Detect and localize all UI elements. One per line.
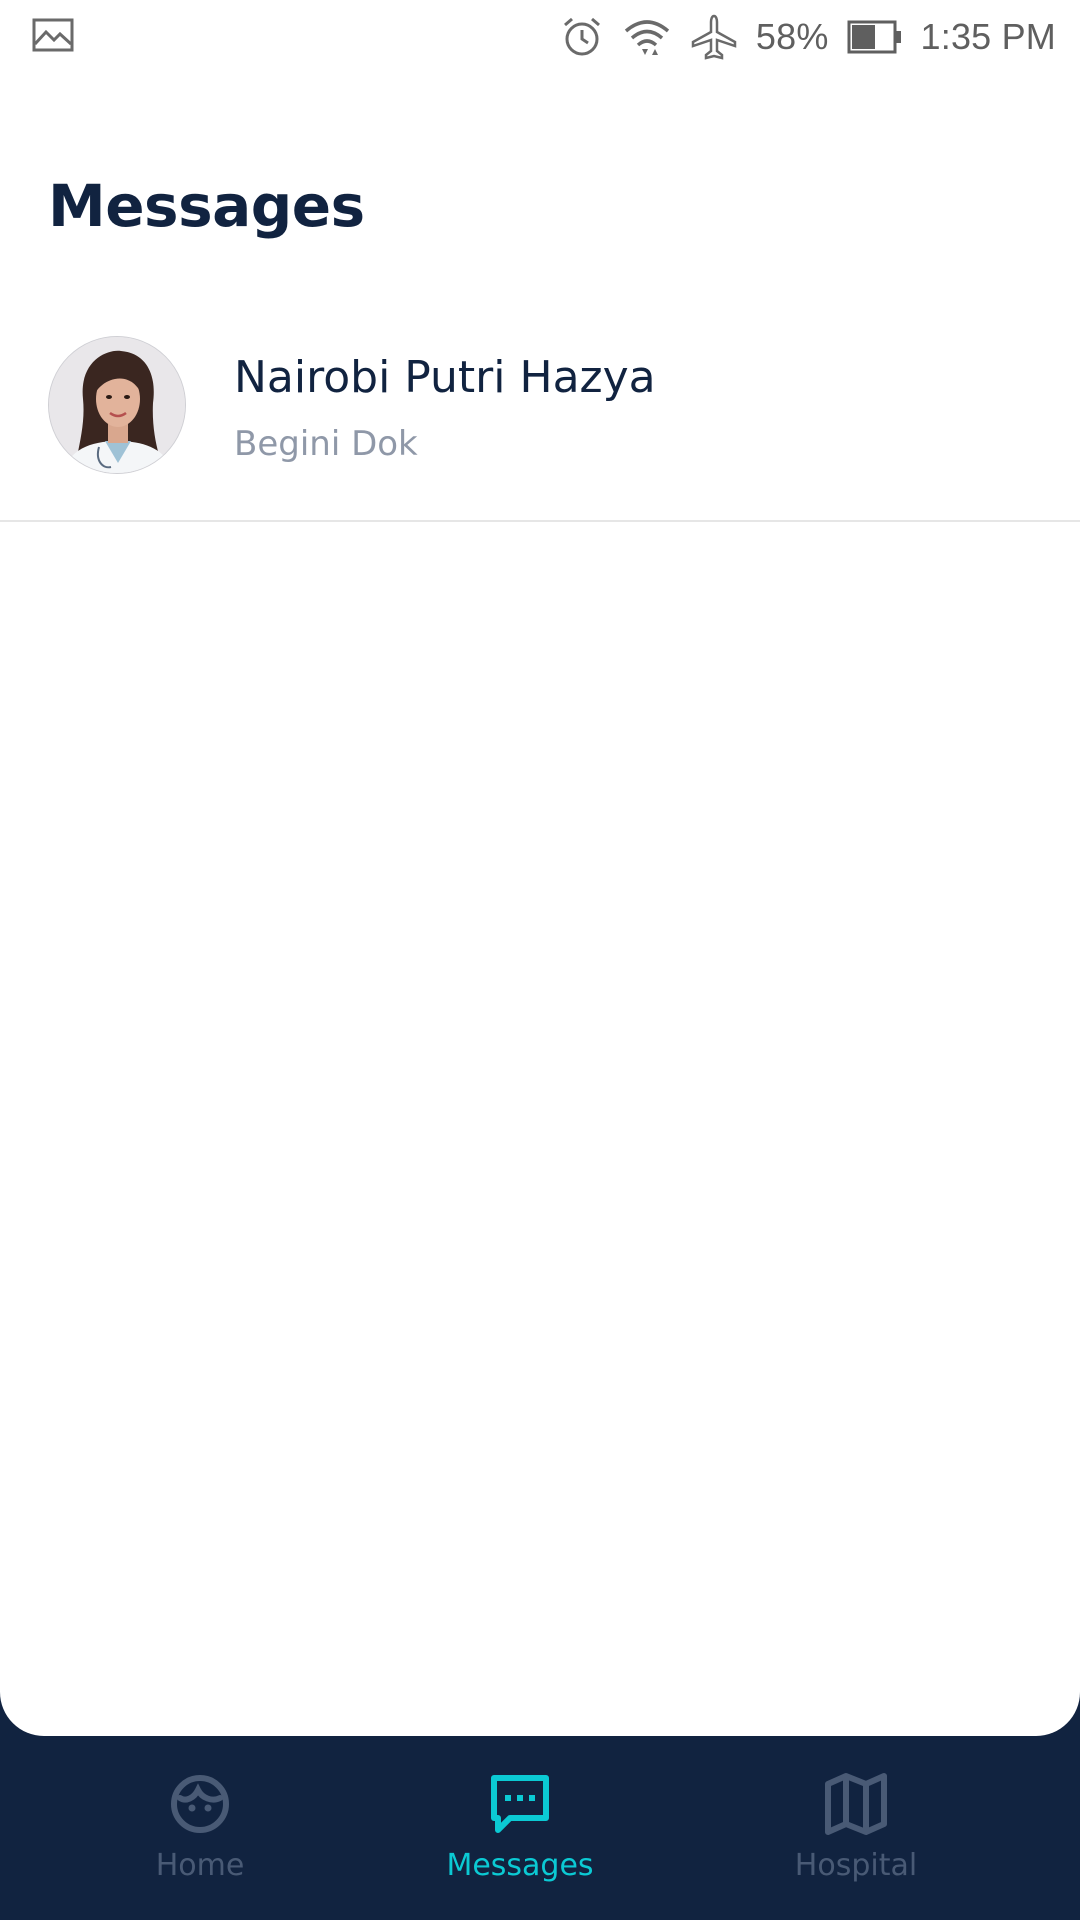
content-area: 58% 1:35 PM Messages Nairobi Putri Hazya… [0, 0, 1080, 1736]
map-icon [820, 1768, 892, 1840]
status-icons: 58% 1:35 PM [560, 13, 1056, 61]
nav-home-label: Home [155, 1848, 245, 1883]
page-title: Messages [48, 172, 365, 240]
doctor-avatar [48, 336, 186, 474]
nav-home[interactable]: Home [80, 1768, 320, 1883]
alarm-icon [560, 15, 604, 59]
nav-hospital[interactable]: Hospital [736, 1768, 976, 1883]
nav-messages-label: Messages [446, 1848, 594, 1883]
messages-screen: 58% 1:35 PM Messages Nairobi Putri Hazya… [0, 0, 1080, 1920]
wifi-icon [622, 15, 672, 59]
bottom-navigation: Home Messages Hospital [0, 1736, 1080, 1920]
battery-percent: 58% [755, 16, 829, 57]
chat-icon [484, 1768, 556, 1840]
face-icon [164, 1768, 236, 1840]
airplane-icon [690, 13, 738, 61]
nav-hospital-label: Hospital [794, 1848, 918, 1883]
message-list-item[interactable]: Nairobi Putri Hazya Begini Dok [0, 320, 1080, 522]
message-preview: Begini Dok [234, 424, 418, 464]
clock: 1:35 PM [920, 16, 1056, 57]
battery-icon [847, 20, 903, 54]
nav-messages[interactable]: Messages [400, 1768, 640, 1883]
message-sender-name: Nairobi Putri Hazya [234, 352, 656, 403]
status-bar: 58% 1:35 PM [0, 0, 1080, 74]
image-icon [32, 18, 74, 57]
